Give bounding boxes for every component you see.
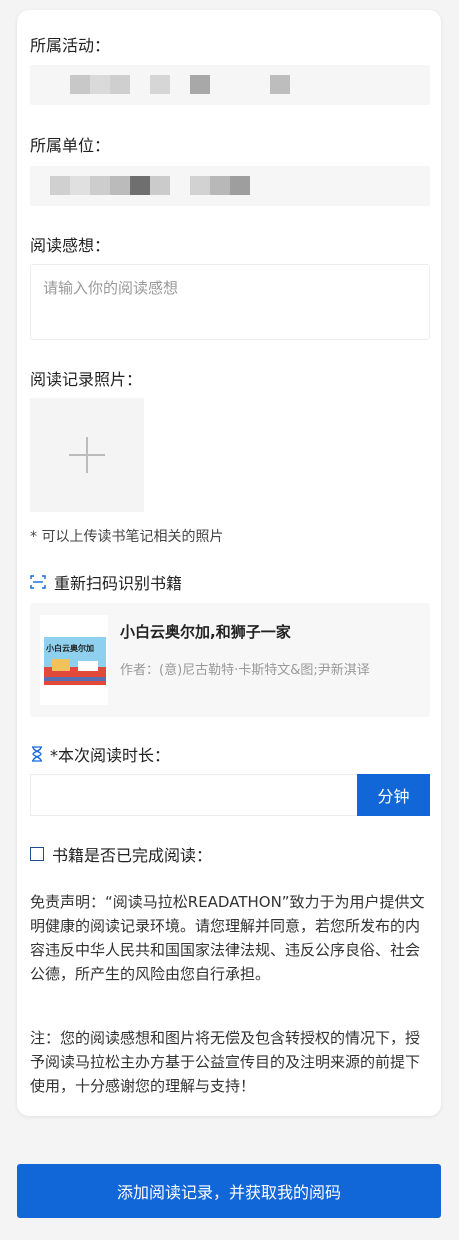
photo-upload-button[interactable]: [30, 398, 144, 512]
photos-hint: * 可以上传读书笔记相关的照片: [30, 529, 224, 545]
activity-value-masked: [30, 65, 430, 105]
book-card[interactable]: 小白云奥尔加 小白云奥尔加,和狮子一家 作者：(意)尼古勒特·卡斯特文&图;尹新…: [30, 603, 430, 717]
book-cover-image: 小白云奥尔加: [40, 615, 108, 705]
duration-input[interactable]: [30, 774, 358, 816]
book-cover-text: 小白云奥尔加: [46, 644, 94, 653]
submit-button[interactable]: 添加阅读记录，并获取我的阅码: [17, 1164, 441, 1218]
finished-checkbox[interactable]: [30, 847, 44, 861]
finished-row[interactable]: 书籍是否已完成阅读：: [30, 842, 212, 866]
duration-unit-button[interactable]: 分钟: [357, 774, 430, 816]
finished-label: 书籍是否已完成阅读：: [52, 846, 213, 865]
thoughts-placeholder: 请输入你的阅读感想: [43, 279, 179, 297]
note-text: 注：您的阅读感想和图片将无偿及包含转授权的情况下，授予阅读马拉松主办方基于公益宣…: [30, 1029, 421, 1095]
hourglass-icon: [32, 746, 42, 762]
unit-value-masked: [30, 166, 430, 206]
book-title: 小白云奥尔加,和狮子一家: [120, 623, 291, 641]
disclaimer-text: 免责声明：“阅读马拉松READATHON”致力于为用户提供文明健康的阅读记录环境…: [30, 893, 425, 983]
unit-label: 所属单位：: [30, 136, 111, 155]
thoughts-label: 阅读感想：: [30, 236, 111, 255]
rescan-label: 重新扫码识别书籍: [54, 574, 183, 593]
rescan-button[interactable]: 重新扫码识别书籍: [30, 570, 182, 594]
scan-icon: [30, 575, 46, 589]
duration-row: *本次阅读时长：: [30, 742, 170, 766]
duration-label: *本次阅读时长：: [50, 746, 171, 765]
book-author: 作者：(意)尼古勒特·卡斯特文&图;尹新淇译: [120, 663, 370, 678]
thoughts-textarea[interactable]: 请输入你的阅读感想: [30, 264, 430, 340]
activity-label: 所属活动：: [30, 36, 111, 55]
photos-label: 阅读记录照片：: [30, 370, 143, 389]
